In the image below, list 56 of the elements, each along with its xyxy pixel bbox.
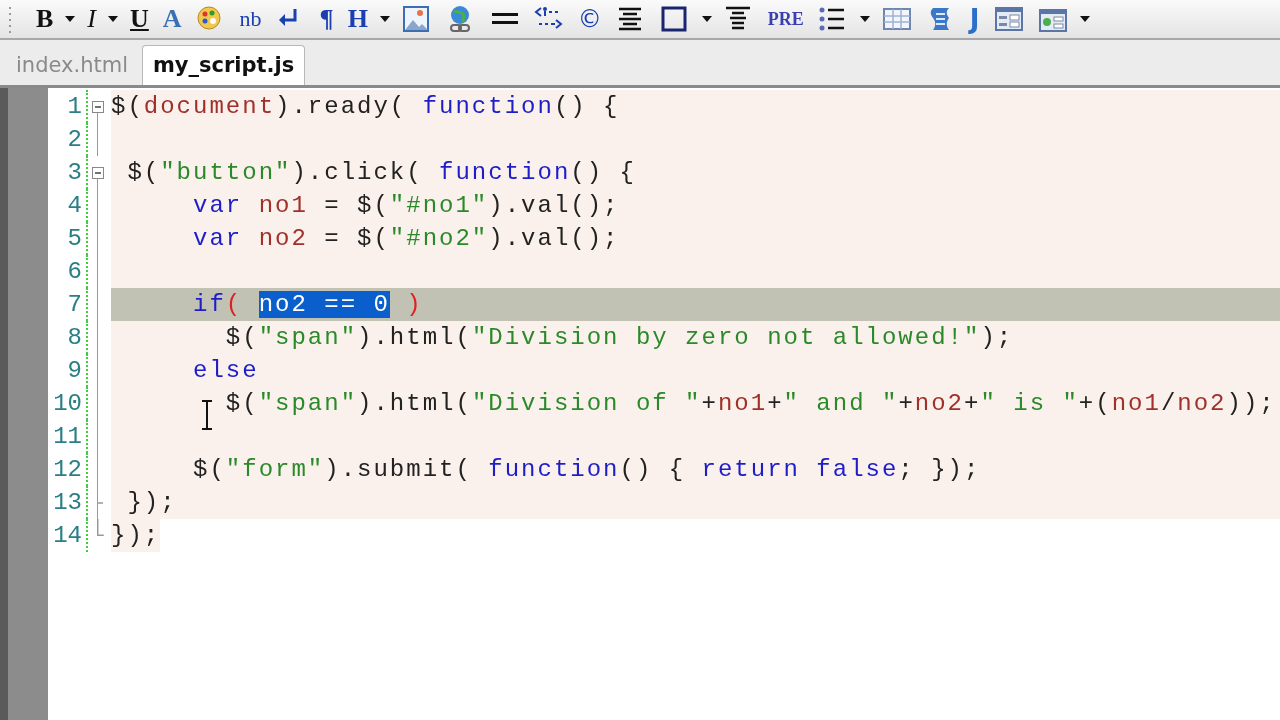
- line-number: 3: [48, 156, 88, 189]
- code-line: $("span").html("Division of "+no1+" and "+no2+" is "+(no1/no2));: [225, 389, 1276, 419]
- caret-icon: [379, 16, 390, 22]
- line-number: 10: [48, 387, 88, 420]
- code-line: });: [127, 488, 177, 518]
- fold-end-icon: [97, 519, 104, 536]
- line-number: 6: [48, 255, 88, 288]
- copyright-button[interactable]: ©: [573, 3, 606, 35]
- code-line: $("form").submit( function() { return false; });: [193, 455, 981, 485]
- dropdown-button[interactable]: [106, 14, 120, 24]
- line-number: 9: [48, 354, 88, 387]
- collapse-icon[interactable]: [92, 166, 104, 179]
- code-line: $("span").html("Division by zero not allowed!");: [225, 323, 1014, 353]
- table-icon: [881, 5, 912, 33]
- fold-end-icon: [98, 501, 103, 504]
- line-number: 11: [48, 420, 88, 453]
- line-number: 13: [48, 486, 88, 519]
- javascript-button[interactable]: J: [965, 3, 984, 35]
- square-outline-icon: [659, 5, 690, 33]
- bold-button[interactable]: B: [32, 3, 58, 35]
- dropdown-button[interactable]: [857, 14, 872, 24]
- line-number: 14: [48, 519, 88, 552]
- line-number: 2: [48, 123, 88, 156]
- line-number: 4: [48, 189, 88, 222]
- toolbar-grip-icon[interactable]: [8, 5, 12, 33]
- preformatted-button[interactable]: PRE: [763, 3, 808, 35]
- italic-button[interactable]: I: [83, 3, 100, 35]
- caret-icon: [701, 16, 712, 22]
- caret-icon: [65, 16, 76, 22]
- font-button[interactable]: A: [158, 3, 186, 35]
- dropdown-button[interactable]: [377, 14, 392, 24]
- heading-button[interactable]: H: [343, 3, 372, 35]
- form-icon: [993, 5, 1024, 33]
- line-number: 1: [48, 90, 88, 123]
- image-icon: [401, 5, 432, 33]
- caret-icon: [859, 16, 870, 22]
- code-line: var no2 = $("#no2").val();: [193, 224, 620, 254]
- line-number: 7: [48, 288, 88, 321]
- code-line: var no1 = $("#no1").val();: [193, 191, 620, 221]
- line-number: 12: [48, 453, 88, 486]
- line-number: 8: [48, 321, 88, 354]
- code-line: $(document).ready( function() {: [111, 92, 620, 122]
- caret-icon: [1079, 16, 1090, 22]
- dropdown-button[interactable]: [1077, 14, 1092, 24]
- nbsp-button[interactable]: nb: [235, 3, 266, 35]
- code-line: else: [193, 356, 259, 386]
- dropdown-button[interactable]: [63, 14, 78, 24]
- line-number: 5: [48, 222, 88, 255]
- underline-button[interactable]: U: [126, 3, 153, 35]
- text-cursor-icon: [200, 400, 214, 430]
- code-line: $("button").click( function() {: [127, 158, 636, 188]
- dropdown-button[interactable]: [699, 14, 714, 24]
- file-tab[interactable]: my_script.js: [141, 45, 306, 85]
- caret-icon: [108, 16, 118, 22]
- paragraph-button[interactable]: ¶: [315, 3, 338, 35]
- collapse-icon[interactable]: [92, 100, 104, 113]
